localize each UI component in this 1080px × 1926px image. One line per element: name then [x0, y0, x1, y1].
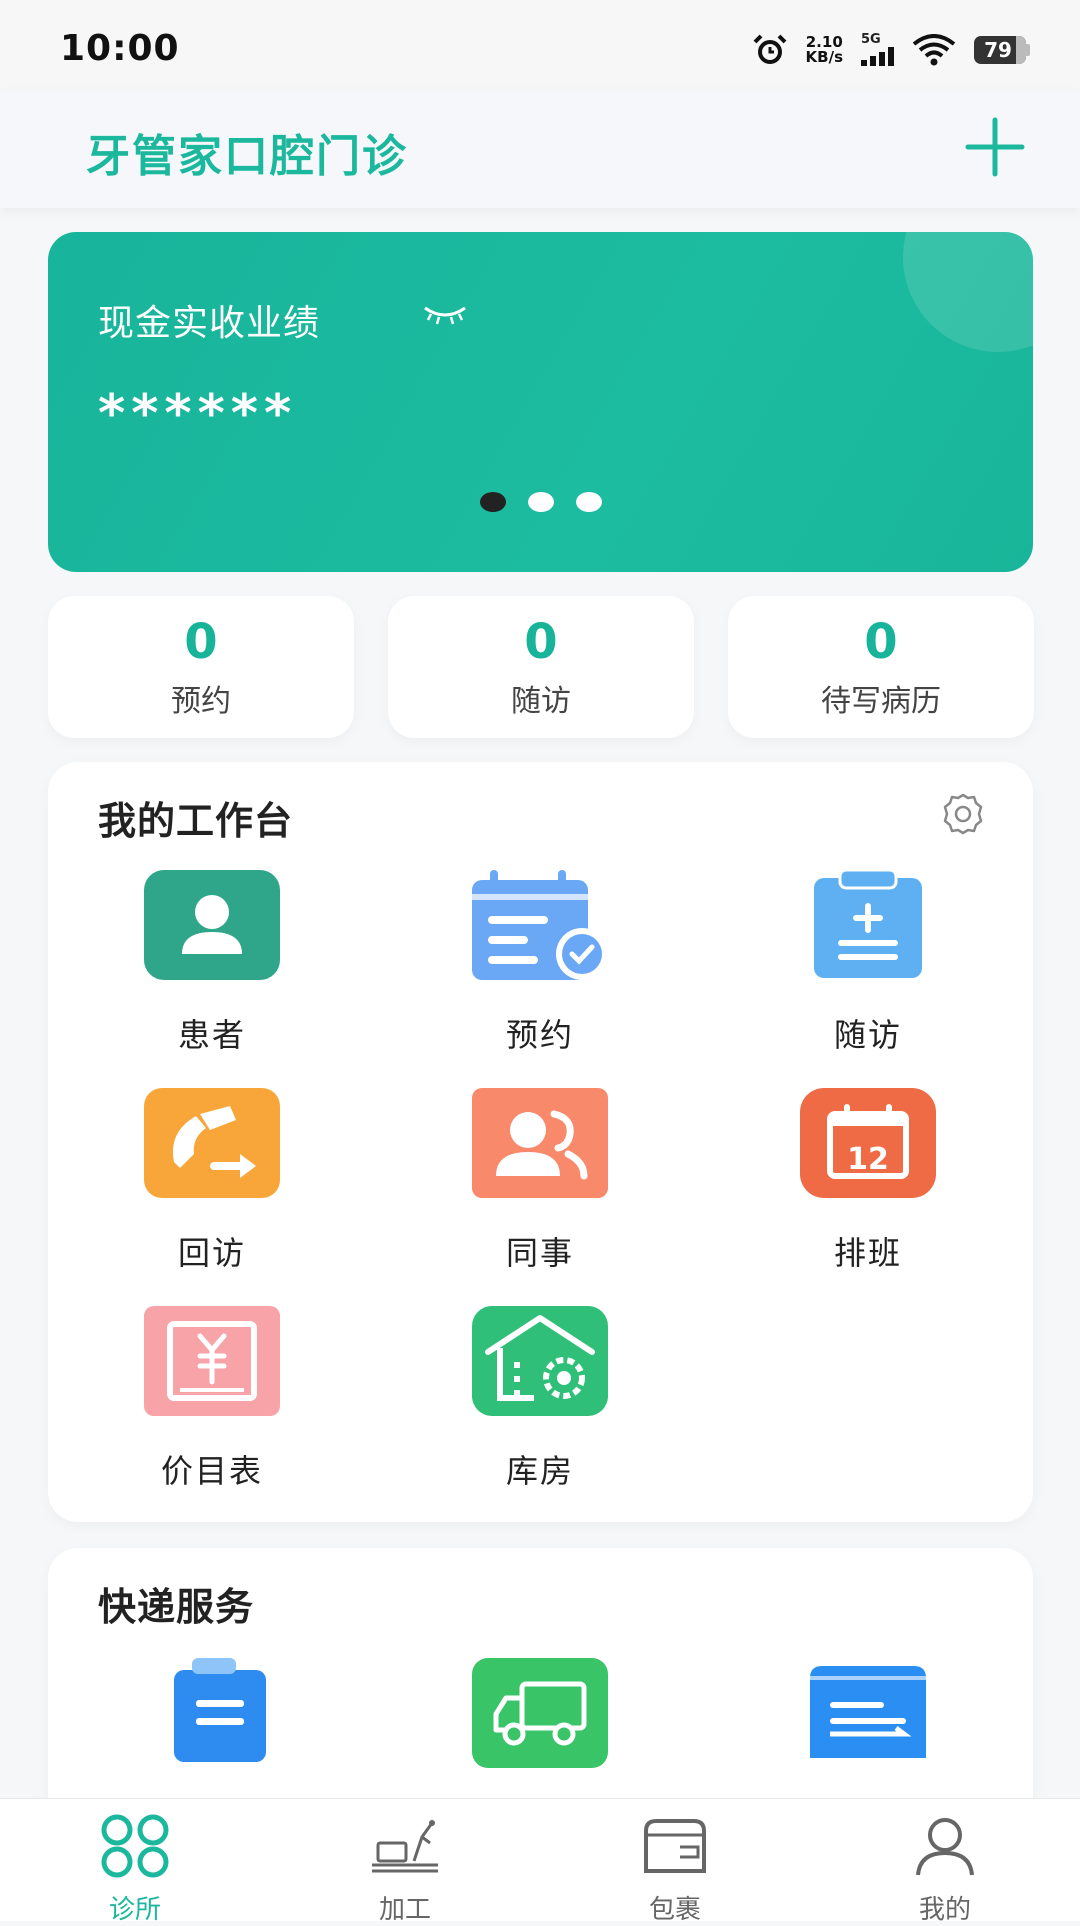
nav-label: 加工 [378, 1895, 431, 1925]
express-item-shipping[interactable] [420, 1658, 660, 1772]
patient-icon [144, 870, 280, 980]
workbench-item-label: 回访 [177, 1234, 246, 1272]
workbench-item-price-list[interactable]: 价目表 [92, 1306, 332, 1492]
status-time: 10:00 [60, 28, 180, 69]
workbench-item-warehouse[interactable]: 库房 [420, 1306, 660, 1492]
express-box-icon [810, 1666, 926, 1758]
workbench-item-label: 库房 [505, 1452, 574, 1490]
workbench-item-label: 价目表 [160, 1452, 263, 1490]
svg-text:12: 12 [847, 1142, 889, 1177]
stat-label: 预约 [171, 684, 231, 719]
revenue-value: ****** [98, 384, 298, 444]
workbench-item-label: 患者 [177, 1016, 246, 1054]
express-title: 快递服务 [98, 1585, 255, 1629]
workbench-item-followups[interactable]: 随访 [748, 868, 988, 1056]
warehouse-icon [472, 1306, 608, 1416]
network-type: 5G [861, 32, 881, 47]
banner-pagination [48, 492, 1033, 512]
signal-icon: 5G [861, 32, 894, 66]
workbench-item-label: 随访 [833, 1016, 902, 1054]
bottom-nav: 诊所 加工 包裹 我的 [0, 1798, 1080, 1925]
nav-label: 包裹 [648, 1895, 701, 1925]
plus-icon[interactable] [962, 114, 1028, 180]
stat-value: 0 [864, 614, 898, 670]
battery-level: 79 [984, 38, 1012, 62]
workbench-item-callbacks[interactable]: 回访 [92, 1088, 332, 1274]
nav-item-clinic[interactable]: 诊所 [35, 1813, 235, 1926]
nav-item-packages[interactable]: 包裹 [575, 1813, 775, 1926]
status-icons: 2.10 KB/s 5G 79 [752, 30, 1030, 70]
banner-decoration [903, 232, 1033, 352]
phone-forward-icon [144, 1088, 280, 1198]
workbench-item-colleagues[interactable]: 同事 [420, 1088, 660, 1274]
stat-card-appointments[interactable]: 0 预约 [48, 596, 354, 738]
clipboard-plus-icon [814, 868, 922, 978]
stat-label: 随访 [511, 684, 571, 719]
user-icon [916, 1818, 974, 1876]
nav-item-processing[interactable]: 加工 [305, 1813, 505, 1926]
stat-label: 待写病历 [821, 684, 941, 719]
app-header: 牙管家口腔门诊 [0, 90, 1080, 208]
express-item-order-list[interactable] [92, 1658, 332, 1772]
workbench-item-schedule[interactable]: 12 排班 [748, 1088, 988, 1274]
stat-value: 0 [524, 614, 558, 670]
nav-item-profile[interactable]: 我的 [845, 1813, 1045, 1926]
price-list-icon [144, 1306, 280, 1416]
clipboard-list-icon [174, 1658, 266, 1762]
alarm-icon [753, 34, 786, 64]
nav-label: 诊所 [108, 1895, 161, 1925]
workbench-item-appointments[interactable]: 预约 [420, 870, 660, 1056]
workbench-item-label: 排班 [833, 1234, 902, 1272]
battery-icon: 79 [974, 36, 1030, 64]
wifi-icon [912, 34, 956, 66]
status-bar: 10:00 2.10 KB/s 5G 79 [0, 0, 1080, 90]
calendar-check-icon [472, 870, 608, 980]
workbench-card: 我的工作台 患者 预约 随访 回访 同事 12 排班 价目表 库房 [48, 762, 1033, 1522]
workbench-item-patients[interactable]: 患者 [92, 870, 332, 1056]
nav-label: 我的 [918, 1895, 971, 1925]
pagination-dot[interactable] [527, 492, 554, 512]
workbench-item-label: 预约 [505, 1016, 574, 1054]
processing-icon [372, 1820, 438, 1873]
stat-card-pending-records[interactable]: 0 待写病历 [728, 596, 1034, 738]
workbench-title: 我的工作台 [98, 799, 294, 843]
banner-label: 现金实收业绩 [98, 303, 321, 344]
schedule-calendar-icon: 12 [800, 1088, 936, 1198]
net-speed: 2.10 KB/s [806, 35, 843, 65]
clinic-grid-icon [101, 1814, 169, 1878]
pagination-dot[interactable] [479, 492, 506, 512]
eye-closed-icon[interactable] [422, 302, 468, 328]
revenue-banner[interactable]: 现金实收业绩 ****** [48, 232, 1033, 572]
package-icon [644, 1819, 706, 1873]
stat-value: 0 [184, 614, 218, 670]
page-title: 牙管家口腔门诊 [86, 131, 408, 182]
truck-icon [472, 1658, 608, 1768]
pagination-dot[interactable] [575, 492, 602, 512]
gear-icon[interactable] [941, 792, 985, 836]
stat-card-followups[interactable]: 0 随访 [388, 596, 694, 738]
colleagues-icon [472, 1088, 608, 1198]
workbench-item-label: 同事 [505, 1234, 574, 1272]
express-item-package[interactable] [748, 1658, 988, 1772]
net-speed-unit: KB/s [805, 48, 843, 66]
